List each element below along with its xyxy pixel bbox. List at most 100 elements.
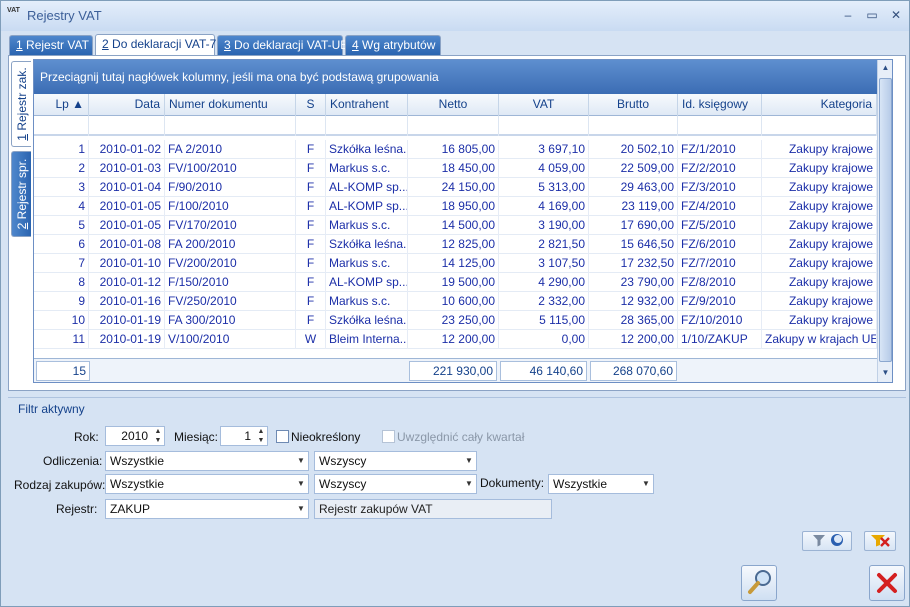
cell-kategoria: Zakupy w krajach UE [762,330,877,349]
cell-brutto: 15 646,50 [589,235,678,254]
cell-kontrahent: Szkółka leśna... [326,140,408,159]
cell-id: FZ/2/2010 [678,159,762,178]
cell-s: W [296,330,326,349]
tab-do-deklaracji-vat7[interactable]: 2 Do deklaracji VAT-7 [95,34,216,56]
chevron-down-icon[interactable]: ▼ [639,475,653,493]
chevron-down-icon[interactable]: ▼ [462,475,476,493]
tab-key: 1 [16,38,23,52]
table-row[interactable]: 10 2010-01-19 FA 300/2010 F Szkółka leśna...… [34,311,877,330]
close-button[interactable] [869,565,905,601]
rejestr-select[interactable]: ZAKUP ▼ [105,499,309,519]
scroll-thumb[interactable] [879,78,892,362]
miesiac-spin-input[interactable]: 1 ▲ ▼ [220,426,268,446]
cell-kontrahent: Szkółka leśna... [326,235,408,254]
column-header-netto[interactable]: Netto [408,94,499,116]
column-header-numer[interactable]: Numer dokumentu [165,94,296,116]
column-header-brutto[interactable]: Brutto [589,94,678,116]
spin-arrows-icon[interactable]: ▲ ▼ [255,427,267,445]
cell-id: FZ/8/2010 [678,273,762,292]
table-row[interactable]: 4 2010-01-05 F/100/2010 F AL-KOMP sp.... 18 9… [34,197,877,216]
cell-vat: 5 313,00 [499,178,589,197]
cell-netto: 19 500,00 [408,273,499,292]
vat-register-grid[interactable]: Przeciągnij tutaj nagłówek kolumny, jeśl… [33,59,893,383]
odliczenia-kontrahent-select[interactable]: Wszyscy ▼ [314,451,477,471]
table-row[interactable]: 6 2010-01-08 FA 200/2010 F Szkółka leśna... 1… [34,235,877,254]
nieokreslony-checkbox[interactable] [276,430,289,443]
odliczenia-select[interactable]: Wszystkie ▼ [105,451,309,471]
maximize-button[interactable]: ▭ [863,7,881,23]
cell-data: 2010-01-10 [89,254,165,273]
preview-button[interactable] [741,565,777,601]
table-row[interactable]: 2 2010-01-03 FV/100/2010 F Markus s.c. 18 450… [34,159,877,178]
table-row[interactable]: 11 2010-01-19 V/100/2010 W Bleim Interna... 1… [34,330,877,349]
group-by-panel[interactable]: Przeciągnij tutaj nagłówek kolumny, jeśl… [34,60,877,94]
cell-id: FZ/9/2010 [678,292,762,311]
tab-do-deklaracji-vatue[interactable]: 3 Do deklaracji VAT-UE [217,35,348,55]
grid-filter-row[interactable] [34,116,877,136]
nieokreslony-label: Nieokreślony [291,430,361,444]
column-header-kontrahent[interactable]: Kontrahent [326,94,408,116]
column-header-kategoria[interactable]: Kategoria [762,94,877,116]
cell-brutto: 22 509,00 [589,159,678,178]
minimize-button[interactable]: – [839,7,857,23]
cell-id: FZ/3/2010 [678,178,762,197]
rodzaj-zakupow-select[interactable]: Wszystkie ▼ [105,474,309,494]
tab-key: 3 [224,38,231,52]
title-bar: VAT Rejestry VAT – ▭ ✕ [1,1,909,31]
rok-spin-input[interactable]: 2010 ▲ ▼ [105,426,165,446]
table-row[interactable]: 7 2010-01-10 FV/200/2010 F Markus s.c. 14 125… [34,254,877,273]
apply-filter-button[interactable] [802,531,852,551]
column-header-data[interactable]: Data [89,94,165,116]
cell-vat: 4 290,00 [499,273,589,292]
cell-numer: FV/200/2010 [165,254,296,273]
chevron-down-icon[interactable]: ▼ [294,475,308,493]
cell-kontrahent: Bleim Interna... [326,330,408,349]
rodzaj-kontrahent-select[interactable]: Wszyscy ▼ [314,474,477,494]
cell-data: 2010-01-02 [89,140,165,159]
dokumenty-select[interactable]: Wszystkie ▼ [548,474,654,494]
side-tab-rejestr-spr[interactable]: 2 Rejestr spr. [11,151,31,237]
cell-kontrahent: AL-KOMP sp.... [326,273,408,292]
cell-kategoria: Zakupy krajowe [762,216,877,235]
cell-netto: 18 450,00 [408,159,499,178]
side-tab-rejestr-zak[interactable]: 1 Rejestr zak. [11,61,31,147]
column-header-lp[interactable]: Lp ▲ [34,94,89,116]
cell-lp: 8 [34,273,89,292]
cell-netto: 23 250,00 [408,311,499,330]
vat-app-icon: VAT [7,7,20,14]
column-header-vat[interactable]: VAT [499,94,589,116]
cell-netto: 12 825,00 [408,235,499,254]
grid-vertical-scrollbar[interactable]: ▲ ▼ [877,60,892,382]
chevron-down-icon[interactable]: ▼ [294,500,308,518]
window-close-button[interactable]: ✕ [887,7,905,23]
column-header-s[interactable]: S [296,94,326,116]
chevron-down-icon[interactable]: ▼ [462,452,476,470]
scroll-down-icon[interactable]: ▼ [878,365,892,381]
cell-numer: F/100/2010 [165,197,296,216]
cell-vat: 5 115,00 [499,311,589,330]
cell-data: 2010-01-05 [89,216,165,235]
spin-arrows-icon[interactable]: ▲ ▼ [152,427,164,445]
table-row[interactable]: 5 2010-01-05 FV/170/2010 F Markus s.c. 14 500… [34,216,877,235]
cell-lp: 11 [34,330,89,349]
tab-rejestr-vat[interactable]: 1 Rejestr VAT [9,35,93,55]
cell-kontrahent: Markus s.c. [326,159,408,178]
table-row[interactable]: 9 2010-01-16 FV/250/2010 F Markus s.c. 10 600… [34,292,877,311]
side-tab-label: 2 Rejestr spr. [14,158,29,230]
tab-wg-atrybutow[interactable]: 4 Wg atrybutów [345,35,441,55]
cell-numer: FV/250/2010 [165,292,296,311]
column-header-id[interactable]: Id. księgowy [678,94,762,116]
cell-s: F [296,178,326,197]
table-row[interactable]: 8 2010-01-12 F/150/2010 F AL-KOMP sp.... 19 5… [34,273,877,292]
table-row[interactable]: 1 2010-01-02 FA 2/2010 F Szkółka leśna... 16 … [34,140,877,159]
clear-filter-button[interactable] [864,531,896,551]
cell-kategoria: Zakupy krajowe [762,273,877,292]
cell-lp: 1 [34,140,89,159]
cell-s: F [296,273,326,292]
cell-id: FZ/7/2010 [678,254,762,273]
scroll-up-icon[interactable]: ▲ [878,60,892,76]
caly-kwartal-checkbox[interactable] [382,430,395,443]
chevron-down-icon[interactable]: ▼ [294,452,308,470]
table-row[interactable]: 3 2010-01-04 F/90/2010 F AL-KOMP sp.... 24 15… [34,178,877,197]
odliczenia-value: Wszystkie [110,454,164,468]
